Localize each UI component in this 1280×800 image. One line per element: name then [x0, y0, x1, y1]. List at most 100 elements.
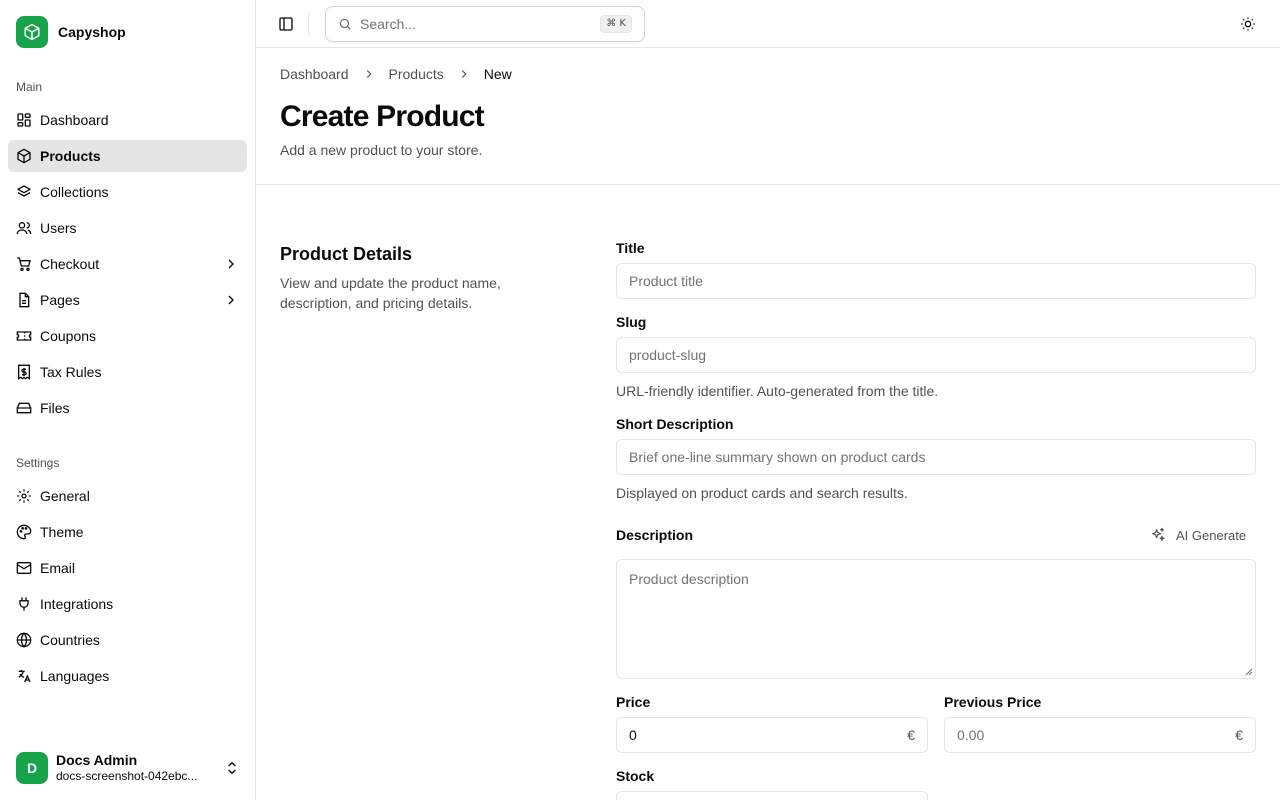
sidebar-item-label: Collections	[40, 184, 109, 200]
short-description-label: Short Description	[616, 416, 734, 432]
ai-generate-button[interactable]: AI Generate	[1150, 524, 1246, 546]
section-description: View and update the product name, descri…	[280, 275, 501, 311]
chevron-right-icon	[228, 295, 234, 305]
chevron-right-icon	[366, 70, 372, 78]
app-name: Capyshop	[58, 24, 126, 40]
search-input[interactable]: Search... ⌘ K	[325, 6, 645, 42]
sidebar-item-theme[interactable]: Theme	[8, 516, 247, 548]
currency-suffix: €	[1235, 727, 1243, 743]
title-label: Title	[616, 240, 645, 256]
sidebar-item-countries[interactable]: Countries	[8, 624, 247, 656]
divider	[308, 12, 309, 36]
description-textarea[interactable]: Product description	[616, 559, 1256, 679]
sidebar-item-label: Integrations	[40, 596, 114, 612]
price-label: Price	[616, 694, 651, 710]
title-input[interactable]: Product title	[616, 263, 1256, 299]
slug-input[interactable]: product-slug	[616, 337, 1256, 373]
sidebar-item-checkout[interactable]: Checkout	[8, 248, 247, 280]
plug-icon	[16, 596, 32, 612]
price-value: 0	[629, 727, 637, 743]
sidebar-item-label: Files	[40, 400, 70, 416]
sidebar-toggle-icon[interactable]	[278, 16, 294, 32]
sidebar-item-languages[interactable]: Languages	[8, 660, 247, 692]
sidebar-item-label: Checkout	[40, 256, 100, 272]
slug-help-text: URL-friendly identifier. Auto-generated …	[616, 383, 939, 399]
avatar: D	[16, 752, 48, 784]
chevron-right-icon	[461, 70, 467, 78]
search-placeholder: Search...	[360, 16, 417, 32]
user-menu[interactable]: D Docs Admin docs-screenshot-042ebc...	[16, 752, 240, 784]
sun-icon[interactable]	[1240, 16, 1256, 32]
receipt-icon	[16, 364, 32, 380]
description-label: Description	[616, 527, 694, 543]
sidebar: Capyshop Main Dashboard Products Collect…	[0, 0, 256, 800]
shopping-cart-icon	[16, 256, 32, 272]
breadcrumb-products[interactable]: Products	[389, 66, 444, 82]
sidebar-item-collections[interactable]: Collections	[8, 176, 247, 208]
sidebar-item-coupons[interactable]: Coupons	[8, 320, 247, 352]
currency-suffix: €	[907, 727, 915, 743]
package-icon	[16, 16, 48, 48]
section-title: Product Details	[280, 244, 413, 264]
top-bar: Search... ⌘ K	[256, 0, 1280, 48]
page-subtitle: Add a new product to your store.	[280, 142, 483, 158]
sidebar-item-label: Products	[40, 148, 101, 164]
ticket-icon	[16, 328, 32, 344]
sidebar-item-users[interactable]: Users	[8, 212, 247, 244]
sidebar-item-products[interactable]: Products	[8, 140, 247, 172]
breadcrumb-current: New	[483, 66, 512, 82]
sidebar-item-label: Tax Rules	[40, 364, 102, 380]
sidebar-item-label: Users	[40, 220, 77, 236]
divider	[256, 184, 1280, 185]
main-group-label: Main	[16, 80, 43, 94]
sidebar-item-label: Languages	[40, 668, 110, 684]
price-input[interactable]: 0 €	[616, 717, 928, 753]
sidebar-item-general[interactable]: General	[8, 480, 247, 512]
hard-drive-icon	[16, 400, 32, 416]
user-name: Docs Admin	[56, 752, 138, 768]
sidebar-item-label: Theme	[40, 524, 84, 540]
chevron-right-icon	[228, 259, 234, 269]
sidebar-item-integrations[interactable]: Integrations	[8, 588, 247, 620]
stock-input[interactable]	[616, 791, 928, 800]
file-text-icon	[16, 292, 32, 308]
resize-handle-icon[interactable]	[1245, 668, 1253, 676]
globe-icon	[16, 632, 32, 648]
stock-label: Stock	[616, 768, 655, 784]
sidebar-item-label: Dashboard	[40, 112, 109, 128]
search-icon	[339, 18, 351, 30]
sidebar-item-dashboard[interactable]: Dashboard	[8, 104, 247, 136]
sidebar-item-files[interactable]: Files	[8, 392, 247, 424]
languages-icon	[16, 668, 32, 684]
mail-icon	[16, 560, 32, 576]
sidebar-item-pages[interactable]: Pages	[8, 284, 247, 316]
brand[interactable]: Capyshop	[16, 16, 126, 48]
breadcrumb-dashboard[interactable]: Dashboard	[280, 66, 349, 82]
previous-price-input[interactable]: 0.00 €	[944, 717, 1256, 753]
settings-group-label: Settings	[16, 456, 60, 470]
short-description-input[interactable]: Brief one-line summary shown on product …	[616, 439, 1256, 475]
layout-dashboard-icon	[16, 112, 32, 128]
previous-price-label: Previous Price	[944, 694, 1042, 710]
sidebar-item-tax-rules[interactable]: Tax Rules	[8, 356, 247, 388]
sparkles-icon	[1152, 527, 1165, 541]
ai-generate-label: AI Generate	[1176, 527, 1247, 543]
short-description-help-text: Displayed on product cards and search re…	[616, 485, 908, 501]
layers-icon	[16, 184, 32, 200]
package-icon	[16, 148, 32, 164]
breadcrumb: Dashboard Products New	[280, 66, 512, 82]
chevrons-up-down-icon[interactable]	[224, 760, 240, 776]
short-description-placeholder: Brief one-line summary shown on product …	[629, 449, 926, 465]
description-placeholder: Product description	[629, 571, 749, 587]
slug-label: Slug	[616, 314, 647, 330]
sidebar-item-label: Email	[40, 560, 76, 576]
page-title: Create Product	[280, 100, 485, 133]
gear-icon	[16, 488, 32, 504]
settings-nav: General Theme Email Integrations Countri…	[8, 480, 247, 696]
keyboard-shortcut: ⌘ K	[600, 15, 632, 33]
previous-price-placeholder: 0.00	[957, 727, 985, 743]
sidebar-item-email[interactable]: Email	[8, 552, 247, 584]
title-placeholder: Product title	[629, 273, 703, 289]
sidebar-item-label: Countries	[40, 632, 100, 648]
sidebar-item-label: Pages	[40, 292, 80, 308]
